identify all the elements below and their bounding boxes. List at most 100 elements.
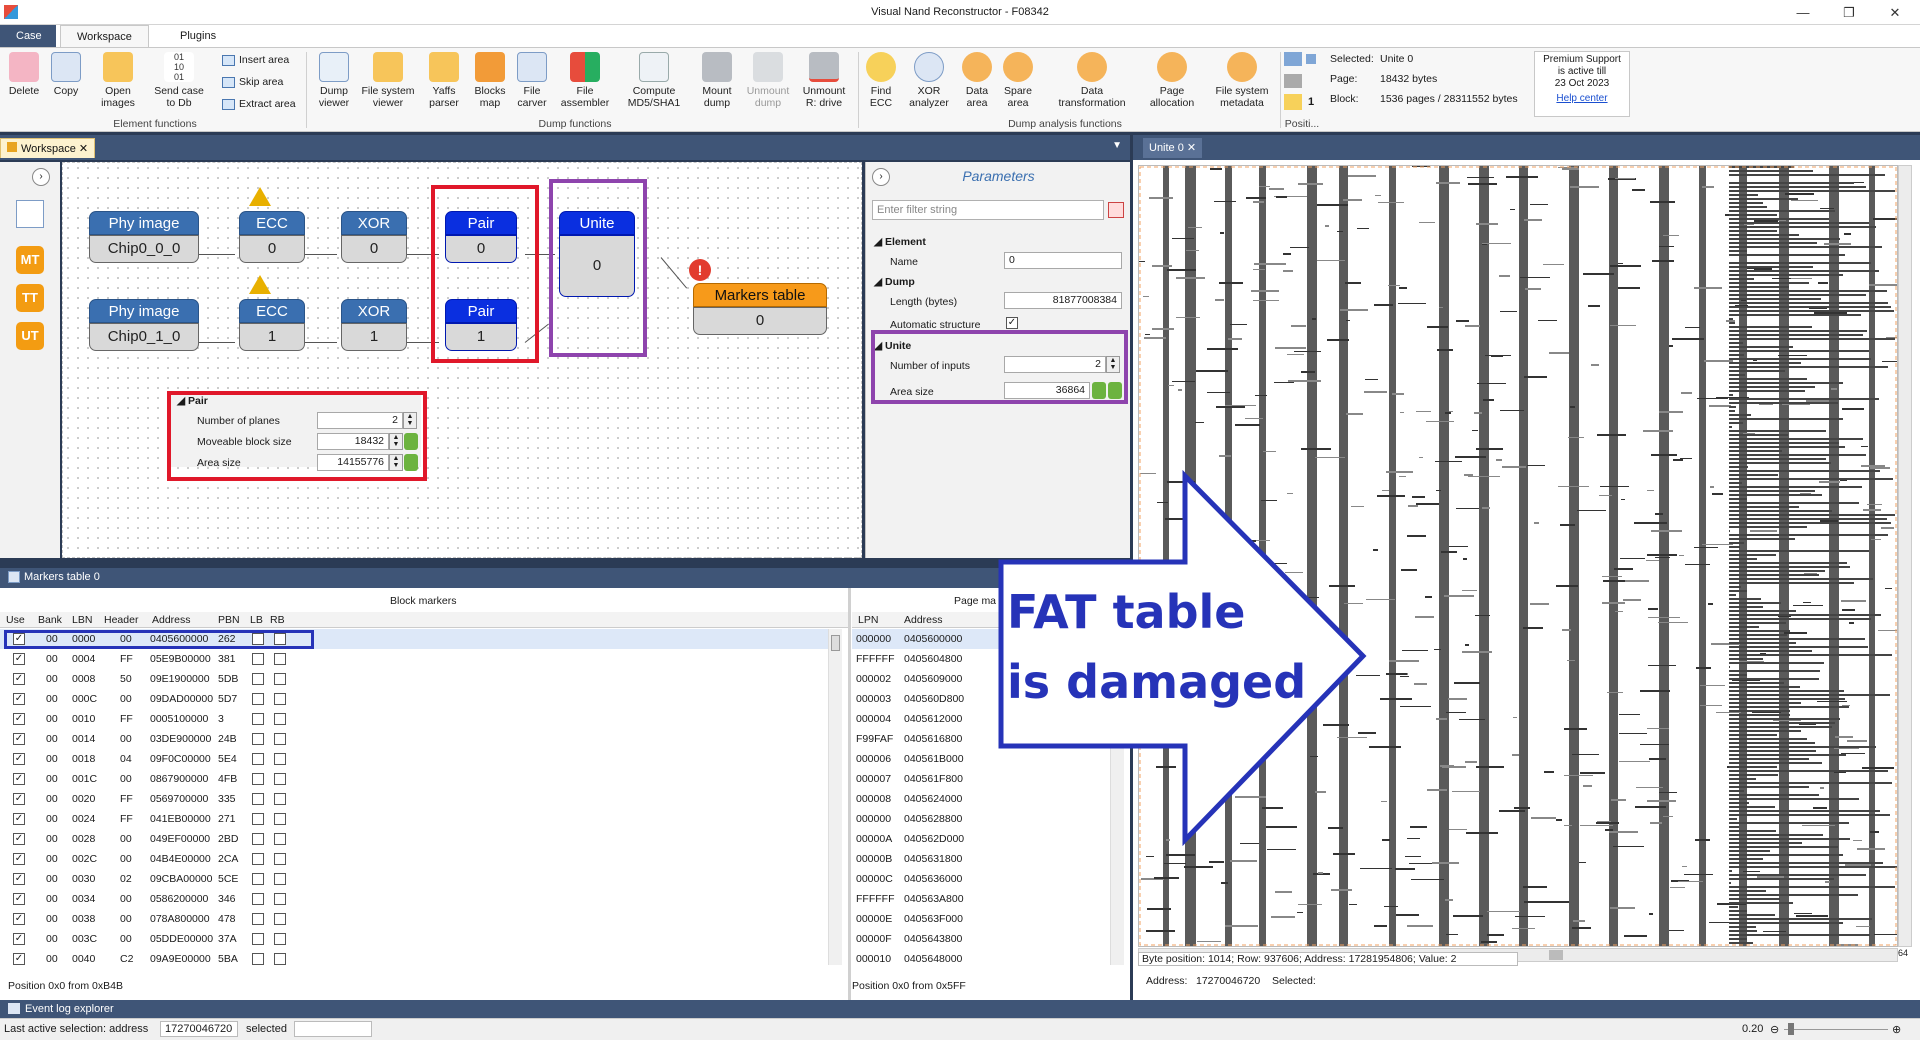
column-header[interactable]: Header <box>104 614 138 626</box>
use-checkbox[interactable]: ✓ <box>13 893 25 905</box>
tab-plugins[interactable]: Plugins <box>164 25 232 47</box>
use-checkbox[interactable]: ✓ <box>13 693 25 705</box>
use-checkbox[interactable]: ✓ <box>13 853 25 865</box>
lb-checkbox[interactable] <box>252 713 264 725</box>
viewer-tab[interactable]: Unite 0 ✕ <box>1143 138 1203 158</box>
close-icon[interactable]: ✕ <box>1187 142 1196 154</box>
zoom-out-icon[interactable]: ⊖ <box>1770 1023 1779 1036</box>
lb-checkbox[interactable] <box>252 913 264 925</box>
unmount-dump-button[interactable]: Unmount dump <box>742 52 794 109</box>
table-row[interactable]: ✓ 00 0040 C2 09A9E00000 5BA <box>0 949 828 969</box>
rb-checkbox[interactable] <box>274 713 286 725</box>
rb-checkbox[interactable] <box>274 653 286 665</box>
fs-metadata-button[interactable]: File system metadata <box>1208 52 1276 109</box>
rb-checkbox[interactable] <box>274 813 286 825</box>
event-log-label[interactable]: Event log explorer <box>25 1003 114 1015</box>
insert-area-button[interactable]: Insert area <box>222 54 289 66</box>
table-row[interactable]: FFFFFF 040563A800 <box>852 889 1110 909</box>
workspace-tab[interactable]: Workspace ✕ <box>0 138 96 158</box>
maximize-button[interactable]: ❐ <box>1826 0 1872 25</box>
table-row[interactable]: ✓ 00 0014 00 03DE900000 24B <box>0 729 828 749</box>
close-icon[interactable]: ✕ <box>79 143 88 155</box>
auto-structure-checkbox[interactable]: ✓ <box>1006 317 1018 329</box>
table-row[interactable]: ✓ 00 002C 00 04B4E00000 2CA <box>0 849 828 869</box>
lb-checkbox[interactable] <box>252 653 264 665</box>
filter-input[interactable]: Enter filter string <box>872 200 1104 220</box>
tab-workspace[interactable]: Workspace <box>60 25 149 47</box>
column-header[interactable]: Address <box>904 614 943 626</box>
clear-filter-icon[interactable] <box>1108 202 1124 218</box>
column-header[interactable]: PBN <box>218 614 240 626</box>
table-row[interactable]: ✓ 00 0034 00 0586200000 346 <box>0 889 828 909</box>
minimize-button[interactable]: — <box>1780 0 1826 25</box>
dump-section[interactable]: ◢ Dump <box>874 276 915 288</box>
lb-checkbox[interactable] <box>252 933 264 945</box>
use-checkbox[interactable]: ✓ <box>13 933 25 945</box>
compute-md5-button[interactable]: Compute MD5/SHA1 <box>622 52 686 109</box>
extract-area-button[interactable]: Extract area <box>222 98 296 110</box>
lb-checkbox[interactable] <box>252 833 264 845</box>
use-checkbox[interactable]: ✓ <box>13 713 25 725</box>
node-xor-0[interactable]: XOR 0 <box>341 211 407 263</box>
file-carver-button[interactable]: File carver <box>512 52 552 109</box>
send-case-button[interactable]: 01 10 01 Send case to Db <box>152 52 206 109</box>
table-row[interactable]: ✓ 00 0020 FF 0569700000 335 <box>0 789 828 809</box>
node-phy-image-0[interactable]: Phy image Chip0_0_0 <box>89 211 199 263</box>
lb-checkbox[interactable] <box>252 673 264 685</box>
tab-case[interactable]: Case <box>0 25 56 47</box>
rb-checkbox[interactable] <box>274 893 286 905</box>
use-checkbox[interactable]: ✓ <box>13 793 25 805</box>
mt-icon[interactable]: MT <box>16 246 44 274</box>
workspace-canvas[interactable]: Phy image Chip0_0_0 Phy image Chip0_1_0 EC… <box>62 162 862 558</box>
skip-area-button[interactable]: Skip area <box>222 76 283 88</box>
table-row[interactable]: ✓ 00 0004 FF 05E9B00000 381 <box>0 649 828 669</box>
scroll-thumb[interactable] <box>1549 950 1563 960</box>
table-row[interactable]: ✓ 00 000C 00 09DAD00000 5D7 <box>0 689 828 709</box>
block-markers-table[interactable]: ✓ 00 0000 00 0405600000 262 ✓ 00 0004 FF 05E9B0000… <box>0 629 848 965</box>
use-checkbox[interactable]: ✓ <box>13 673 25 685</box>
table-row[interactable]: ✓ 00 0028 00 049EF00000 2BD <box>0 829 828 849</box>
table-row[interactable]: ✓ 00 0030 02 09CBA00000 5CE <box>0 869 828 889</box>
element-section[interactable]: ◢ Element <box>874 236 926 248</box>
bookmark-icon[interactable] <box>1284 94 1302 110</box>
event-log-bar[interactable]: Event log explorer <box>0 1000 1920 1018</box>
lb-checkbox[interactable] <box>252 813 264 825</box>
zoom-slider[interactable] <box>1784 1029 1888 1030</box>
rb-checkbox[interactable] <box>274 673 286 685</box>
file-assembler-button[interactable]: File assembler <box>558 52 612 109</box>
position-icon[interactable] <box>1284 52 1302 66</box>
table-row[interactable]: 00000F 0405643800 <box>852 929 1110 949</box>
use-checkbox[interactable]: ✓ <box>13 773 25 785</box>
table-row[interactable]: ✓ 00 0024 FF 041EB00000 271 <box>0 809 828 829</box>
rb-checkbox[interactable] <box>274 953 286 965</box>
zoom-thumb[interactable] <box>1788 1023 1794 1035</box>
node-ecc-0[interactable]: ECC 0 <box>239 211 305 263</box>
ut-icon[interactable]: UT <box>16 322 44 350</box>
table-row[interactable]: 00000B 0405631800 <box>852 849 1110 869</box>
node-xor-1[interactable]: XOR 1 <box>341 299 407 351</box>
lb-checkbox[interactable] <box>252 793 264 805</box>
table-row[interactable]: ✓ 00 001C 00 0867900000 4FB <box>0 769 828 789</box>
lb-checkbox[interactable] <box>252 853 264 865</box>
grid-icon[interactable] <box>1284 74 1302 88</box>
rb-checkbox[interactable] <box>274 753 286 765</box>
markers-tab-label[interactable]: Markers table 0 <box>24 571 100 583</box>
delete-button[interactable]: Delete <box>4 52 44 97</box>
table-row[interactable]: 000010 0405648000 <box>852 949 1110 969</box>
use-checkbox[interactable]: ✓ <box>13 813 25 825</box>
table-row[interactable]: 00000E 040563F000 <box>852 909 1110 929</box>
lb-checkbox[interactable] <box>252 693 264 705</box>
use-checkbox[interactable]: ✓ <box>13 873 25 885</box>
lb-checkbox[interactable] <box>252 893 264 905</box>
rb-checkbox[interactable] <box>274 873 286 885</box>
splitter[interactable] <box>848 588 851 1000</box>
fs-viewer-button[interactable]: File system viewer <box>360 52 416 109</box>
close-button[interactable]: ✕ <box>1872 0 1918 25</box>
node-phy-image-1[interactable]: Phy image Chip0_1_0 <box>89 299 199 351</box>
yaffs-parser-button[interactable]: Yaffs parser <box>420 52 468 109</box>
block-scrollbar[interactable] <box>828 629 842 965</box>
node-ecc-1[interactable]: ECC 1 <box>239 299 305 351</box>
table-row[interactable]: ✓ 00 0018 04 09F0C00000 5E4 <box>0 749 828 769</box>
data-area-button[interactable]: Data area <box>960 52 994 109</box>
column-header[interactable]: LB <box>250 614 263 626</box>
